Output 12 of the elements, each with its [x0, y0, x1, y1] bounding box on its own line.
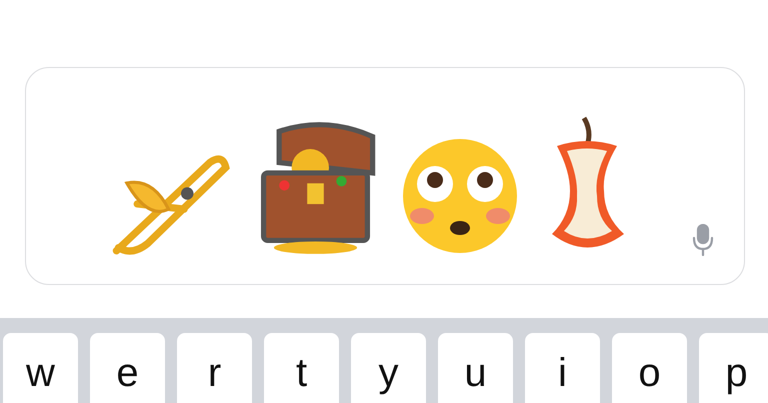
keyboard-key[interactable]: p: [699, 333, 768, 403]
keyboard-key[interactable]: o: [612, 333, 687, 403]
message-input-field[interactable]: [25, 67, 745, 285]
keyboard-key[interactable]: e: [90, 333, 165, 403]
keyboard-key[interactable]: u: [438, 333, 513, 403]
keyboard-key[interactable]: w: [3, 333, 78, 403]
flushed-face-icon: [400, 136, 520, 256]
microphone-icon[interactable]: [692, 224, 714, 256]
keyboard-key[interactable]: t: [264, 333, 339, 403]
keyboard-key[interactable]: i: [525, 333, 600, 403]
keyboard-key[interactable]: r: [177, 333, 252, 403]
keyboard-key[interactable]: y: [351, 333, 426, 403]
